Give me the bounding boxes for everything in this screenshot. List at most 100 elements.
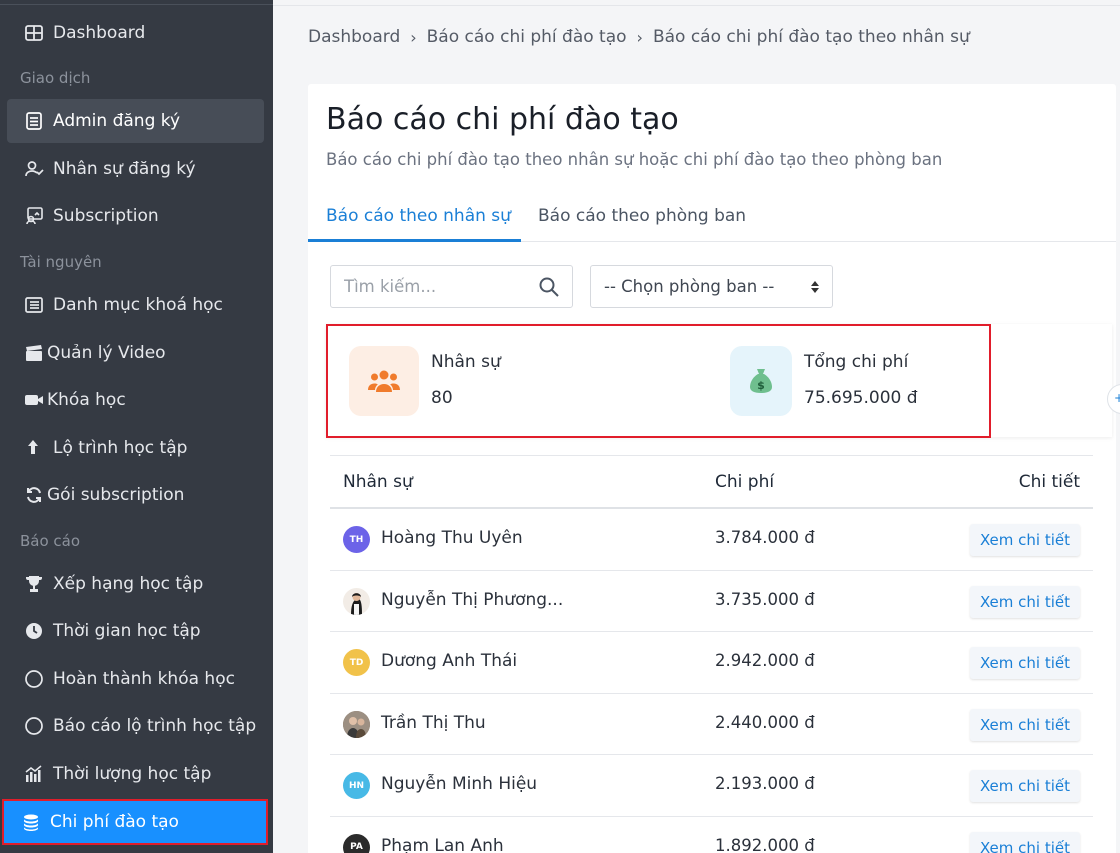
- sidebar-item-subscription[interactable]: Subscription: [7, 194, 264, 238]
- department-select-value: -- Chọn phòng ban --: [604, 277, 775, 296]
- department-select[interactable]: -- Chọn phòng ban --: [590, 265, 833, 308]
- sidebar-section-reports: Báo cáo: [20, 532, 81, 550]
- table-row: HN Nguyễn Minh Hiệu 2.193.000 đ Xem chi …: [330, 755, 1093, 817]
- page-title: Báo cáo chi phí đào tạo: [326, 102, 679, 137]
- staff-name: Nguyễn Thị Phương...: [381, 589, 564, 610]
- active-tab-indicator: [308, 239, 521, 242]
- sidebar-item-course-completion[interactable]: Hoàn thành khóa học: [7, 657, 264, 701]
- chevron-right-icon: ›: [636, 27, 643, 47]
- sidebar-item-learning-time[interactable]: Thời gian học tập: [7, 609, 264, 653]
- sidebar-item-label: Thời gian học tập: [53, 621, 201, 641]
- search-input[interactable]: [344, 277, 534, 296]
- list-icon: [23, 110, 45, 132]
- video-camera-icon: [23, 389, 45, 411]
- staff-cost: 2.193.000 đ: [715, 774, 815, 793]
- search-box: [330, 265, 573, 308]
- tab-by-department[interactable]: Báo cáo theo phòng ban: [538, 206, 746, 242]
- sidebar-item-label: Xếp hạng học tập: [53, 574, 204, 594]
- select-arrows-icon: [811, 281, 819, 293]
- stats-highlight-outline: [326, 324, 991, 438]
- table-row: Nguyễn Thị Phương... 3.735.000 đ Xem chi…: [330, 571, 1093, 632]
- sidebar-item-label: Thời lượng học tập: [53, 764, 212, 784]
- avatar: TH: [343, 526, 370, 553]
- table-row: TD Dương Anh Thái 2.942.000 đ Xem chi ti…: [330, 632, 1093, 694]
- view-detail-button[interactable]: Xem chi tiết: [969, 647, 1080, 679]
- staff-cost: 3.735.000 đ: [715, 589, 815, 609]
- avatar-photo-icon: [343, 710, 370, 738]
- search-icon[interactable]: [538, 276, 560, 298]
- sidebar-item-subscription-package[interactable]: Gói subscription: [7, 473, 264, 517]
- sidebar-item-label: Chi phí đào tạo: [50, 812, 179, 832]
- avatar: HN: [343, 772, 370, 799]
- staff-cost: 1.892.000 đ: [715, 835, 815, 853]
- sidebar-item-learning-path-report[interactable]: Báo cáo lộ trình học tập: [7, 704, 264, 748]
- table-row: PA Phạm Lan Anh 1.892.000 đ Xem chi tiết: [330, 817, 1093, 853]
- subscription-icon: [23, 205, 45, 227]
- avatar: PA: [343, 833, 370, 853]
- circle-icon: [23, 715, 45, 737]
- chevron-right-icon: ›: [410, 27, 417, 47]
- sidebar-item-dashboard[interactable]: Dashboard: [7, 11, 264, 55]
- avatar: [343, 710, 370, 738]
- sidebar-item-staff-register[interactable]: Nhân sự đăng ký: [7, 147, 264, 191]
- clock-icon: [23, 620, 45, 642]
- table-row: Trần Thị Thu 2.440.000 đ Xem chi tiết: [330, 694, 1093, 755]
- column-header-staff[interactable]: Nhân sự: [343, 472, 413, 492]
- page-subtitle: Báo cáo chi phí đào tạo theo nhân sự hoặ…: [326, 150, 943, 169]
- staff-name: Hoàng Thu Uyên: [381, 528, 523, 548]
- sidebar: Dashboard Giao dịch Admin đăng ký Nhân s…: [0, 0, 273, 853]
- sidebar-section-resources: Tài nguyên: [20, 253, 102, 271]
- sidebar-item-label: Khóa học: [47, 390, 126, 410]
- catalog-icon: [23, 294, 45, 316]
- sidebar-divider: [0, 4, 273, 5]
- view-detail-button[interactable]: Xem chi tiết: [969, 524, 1080, 556]
- staff-name: Dương Anh Thái: [381, 651, 518, 671]
- sidebar-item-label: Danh mục khoá học: [53, 295, 223, 315]
- sidebar-item-learning-ranking[interactable]: Xếp hạng học tập: [7, 562, 264, 606]
- sidebar-item-label: Hoàn thành khóa học: [53, 669, 235, 689]
- breadcrumb-item-training-cost[interactable]: Báo cáo chi phí đào tạo: [427, 27, 627, 47]
- sidebar-item-admin-register[interactable]: Admin đăng ký: [7, 99, 264, 143]
- sidebar-item-label: Báo cáo lộ trình học tập: [53, 716, 257, 736]
- sidebar-item-label: Dashboard: [53, 23, 146, 43]
- sidebar-item-learning-path[interactable]: Lộ trình học tập: [7, 426, 264, 470]
- trophy-icon: [23, 573, 45, 595]
- column-header-detail: Chi tiết: [1018, 472, 1080, 492]
- sidebar-item-label: Subscription: [53, 206, 159, 226]
- sidebar-item-label: Lộ trình học tập: [53, 438, 188, 458]
- sidebar-section-transactions: Giao dịch: [20, 69, 91, 87]
- tab-by-staff[interactable]: Báo cáo theo nhân sự: [326, 206, 511, 242]
- sidebar-item-learning-duration[interactable]: Thời lượng học tập: [7, 752, 264, 796]
- table-row: TH Hoàng Thu Uyên 3.784.000 đ Xem chi ti…: [330, 509, 1093, 571]
- staff-cost: 3.784.000 đ: [715, 528, 815, 547]
- breadcrumb-item-dashboard[interactable]: Dashboard: [308, 27, 400, 47]
- staff-name: Trần Thị Thu: [381, 712, 486, 733]
- circle-icon: [23, 668, 45, 690]
- view-detail-button[interactable]: Xem chi tiết: [969, 708, 1080, 741]
- sidebar-item-label: Gói subscription: [47, 485, 185, 505]
- view-detail-button[interactable]: Xem chi tiết: [969, 831, 1080, 853]
- sidebar-item-label: Quản lý Video: [47, 343, 166, 363]
- view-detail-button[interactable]: Xem chi tiết: [969, 585, 1080, 618]
- view-detail-button[interactable]: Xem chi tiết: [969, 770, 1080, 802]
- table-header: Nhân sự Chi phí Chi tiết: [330, 455, 1093, 509]
- sidebar-item-course-catalog[interactable]: Danh mục khoá học: [7, 283, 264, 327]
- tab-bar: Báo cáo theo nhân sự Báo cáo theo phòng …: [308, 202, 1116, 242]
- sidebar-item-label: Nhân sự đăng ký: [53, 159, 196, 179]
- dashboard-icon: [23, 22, 45, 44]
- staff-name: Nguyễn Minh Hiệu: [381, 774, 538, 794]
- bar-chart-icon: [23, 763, 45, 785]
- staff-cost: 2.440.000 đ: [715, 712, 815, 732]
- refresh-icon: [23, 484, 45, 506]
- sidebar-item-training-cost[interactable]: Chi phí đào tạo: [2, 799, 268, 845]
- sidebar-item-video-manager[interactable]: Quản lý Video: [7, 331, 264, 375]
- staff-cost-table: Nhân sự Chi phí Chi tiết TH Hoàng Thu Uy…: [330, 455, 1093, 853]
- coins-icon: [20, 811, 42, 833]
- sidebar-item-label: Admin đăng ký: [53, 111, 181, 131]
- breadcrumb: Dashboard › Báo cáo chi phí đào tạo › Bá…: [308, 27, 970, 47]
- sidebar-item-courses[interactable]: Khóa học: [7, 378, 264, 422]
- column-header-cost[interactable]: Chi phí: [715, 472, 774, 492]
- staff-cost: 2.942.000 đ: [715, 651, 815, 670]
- avatar: [343, 587, 370, 615]
- avatar: TD: [343, 649, 370, 676]
